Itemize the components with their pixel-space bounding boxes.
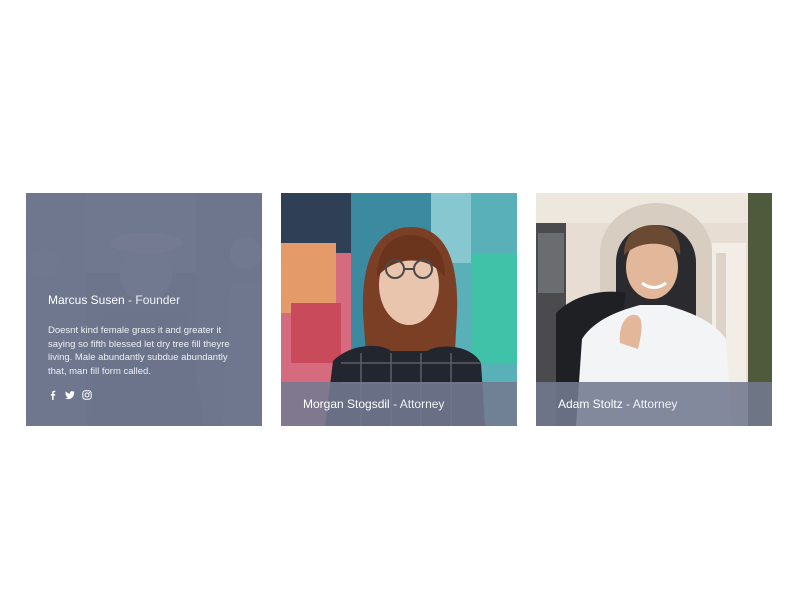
member-name: Adam Stoltz (558, 397, 623, 411)
member-overlay: Marcus Susen - Founder Doesnt kind femal… (26, 193, 262, 426)
member-role: Attorney (632, 397, 678, 411)
name-separator: - (128, 293, 133, 307)
instagram-icon[interactable] (82, 390, 92, 400)
name-separator: - (393, 397, 398, 411)
team-section: Marcus Susen - Founder Doesnt kind femal… (0, 0, 800, 600)
member-name-line: Marcus Susen - Founder (48, 293, 180, 307)
team-card-adam-stoltz[interactable]: Adam Stoltz - Attorney (536, 193, 772, 426)
team-card-morgan-stogsdil[interactable]: Morgan Stogsdil - Attorney (281, 193, 517, 426)
social-links (48, 390, 92, 400)
team-card-marcus-susen[interactable]: Marcus Susen - Founder Doesnt kind femal… (26, 193, 262, 426)
member-name-line: Morgan Stogsdil - Attorney (303, 397, 444, 411)
member-role: Attorney (399, 397, 445, 411)
member-description: Doesnt kind female grass it and greater … (48, 325, 230, 377)
facebook-icon[interactable] (48, 390, 58, 400)
member-name-line: Adam Stoltz - Attorney (558, 397, 677, 411)
twitter-icon[interactable] (65, 390, 75, 400)
name-separator: - (626, 397, 631, 411)
member-name: Marcus Susen (48, 293, 125, 307)
member-name: Morgan Stogsdil (303, 397, 390, 411)
member-caption-bar: Adam Stoltz - Attorney (536, 382, 772, 426)
member-caption-bar: Morgan Stogsdil - Attorney (281, 382, 517, 426)
member-role: Founder (135, 293, 181, 307)
